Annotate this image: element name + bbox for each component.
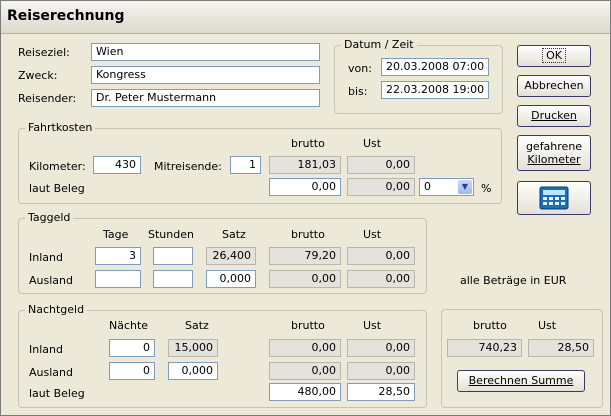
nachtgeld-brutto-header: brutto — [291, 319, 325, 332]
nachtgeld-inland-label: Inland — [29, 343, 63, 356]
fahrtkosten-beleg-label: laut Beleg — [29, 182, 85, 195]
mitreisende-label: Mitreisende: — [154, 160, 222, 173]
nachtgeld-beleg-ust-field[interactable]: 28,50 — [347, 383, 415, 401]
summe-ust-value: 28,50 — [528, 339, 594, 357]
taggeld-inland-satz: 26,400 — [206, 247, 256, 265]
taggeld-brutto-header: brutto — [291, 228, 325, 241]
nachtgeld-beleg-label: laut Beleg — [29, 387, 85, 400]
reisender-field[interactable]: Dr. Peter Mustermann — [91, 89, 320, 107]
zweck-field[interactable]: Kongress — [91, 66, 320, 84]
ok-button[interactable]: OK — [517, 45, 591, 67]
drucken-button-label: Drucken — [531, 109, 577, 122]
summe-group — [441, 309, 603, 408]
percent-select-value: 0 — [424, 180, 431, 193]
nachtgeld-ausland-brutto: 0,00 — [269, 362, 341, 380]
taggeld-inland-label: Inland — [29, 251, 63, 264]
taggeld-inland-ust: 0,00 — [347, 247, 415, 265]
nachtgeld-ausland-ust: 0,00 — [347, 362, 415, 380]
nachtgeld-ust-header: Ust — [363, 319, 382, 332]
tage-header: Tage — [103, 228, 129, 241]
gefahrene-kilometer-button[interactable]: gefahrene Kilometer — [517, 135, 591, 171]
naechte-header: Nächte — [109, 319, 149, 332]
calculator-icon — [539, 186, 569, 210]
taggeld-ausland-label: Ausland — [29, 274, 73, 287]
zweck-label: Zweck: — [18, 69, 58, 82]
kilometer-field[interactable]: 430 — [93, 156, 141, 174]
datum-zeit-group — [334, 45, 503, 114]
satz-header: Satz — [222, 228, 246, 241]
taggeld-ausland-brutto: 0,00 — [269, 270, 341, 288]
nachtgeld-inland-brutto: 0,00 — [269, 339, 341, 357]
nachtgeld-inland-satz: 15,000 — [168, 339, 218, 357]
nachtgeld-title: Nachtgeld — [25, 303, 88, 316]
nachtgeld-ausland-label: Ausland — [29, 366, 73, 379]
berechnen-summe-label: Berechnen Summe — [468, 374, 574, 387]
summe-ust-header: Ust — [538, 319, 557, 332]
taggeld-ust-header: Ust — [363, 228, 382, 241]
fahrtkosten-beleg-ust: 0,00 — [347, 178, 415, 196]
datum-zeit-title: Datum / Zeit — [341, 38, 417, 51]
mitreisende-field[interactable]: 1 — [230, 156, 261, 174]
taggeld-ausland-ust: 0,00 — [347, 270, 415, 288]
currency-code: EUR — [543, 274, 567, 287]
gefahrene-label-line1: gefahrene — [525, 140, 583, 153]
bis-field[interactable]: 22.03.2008 19:00 — [381, 81, 489, 99]
gefahrene-label-line2: Kilometer — [527, 153, 581, 166]
nachtgeld-ausland-naechte-field[interactable]: 0 — [109, 362, 155, 380]
percent-label: % — [481, 182, 492, 195]
bis-label: bis: — [348, 85, 368, 98]
taggeld-inland-brutto: 79,20 — [269, 247, 341, 265]
fahrtkosten-km-brutto: 181,03 — [269, 156, 341, 174]
fahrtkosten-km-ust: 0,00 — [347, 156, 415, 174]
taggeld-inland-tage-field[interactable]: 3 — [95, 247, 141, 265]
nachtgeld-satz-header: Satz — [185, 319, 209, 332]
currency-note: alle Beträge in EUR — [460, 274, 566, 287]
taggeld-ausland-stunden-field[interactable] — [153, 270, 193, 288]
ok-button-label: OK — [542, 48, 566, 63]
stunden-header: Stunden — [148, 228, 194, 241]
chevron-down-icon[interactable]: ▼ — [458, 180, 472, 194]
berechnen-summe-button[interactable]: Berechnen Summe — [457, 370, 585, 392]
calculator-button[interactable] — [517, 181, 591, 215]
nachtgeld-inland-ust: 0,00 — [347, 339, 415, 357]
taggeld-inland-stunden-field[interactable] — [153, 247, 193, 265]
title-bar: Reiserechnung — [1, 1, 610, 34]
reiseziel-label: Reiseziel: — [18, 46, 70, 59]
abbrechen-button[interactable]: Abbrechen — [517, 75, 591, 97]
currency-note-text: alle Beträge in — [460, 274, 541, 287]
summe-brutto-value: 740,23 — [447, 339, 522, 357]
reiserechnung-window: Reiserechnung Reiseziel: Wien Zweck: Kon… — [0, 0, 611, 416]
von-label: von: — [348, 62, 372, 75]
kilometer-label: Kilometer: — [29, 160, 86, 173]
fahrtkosten-brutto-header: brutto — [291, 137, 325, 150]
fahrtkosten-title: Fahrtkosten — [25, 121, 96, 134]
drucken-button[interactable]: Drucken — [517, 105, 591, 127]
window-title: Reiserechnung — [7, 8, 125, 24]
nachtgeld-inland-naechte-field[interactable]: 0 — [109, 339, 155, 357]
fahrtkosten-ust-header: Ust — [363, 137, 382, 150]
taggeld-ausland-tage-field[interactable] — [95, 270, 141, 288]
reiseziel-field[interactable]: Wien — [91, 43, 320, 61]
reisender-label: Reisender: — [18, 92, 77, 105]
summe-brutto-header: brutto — [473, 319, 507, 332]
taggeld-ausland-satz-field[interactable]: 0,000 — [206, 270, 256, 288]
fahrtkosten-beleg-brutto-field[interactable]: 0,00 — [269, 178, 341, 196]
nachtgeld-ausland-satz-field[interactable]: 0,000 — [168, 362, 218, 380]
percent-select[interactable]: 0 ▼ — [419, 178, 474, 196]
nachtgeld-beleg-brutto-field[interactable]: 480,00 — [269, 383, 341, 401]
taggeld-title: Taggeld — [25, 211, 74, 224]
von-field[interactable]: 20.03.2008 07:00 — [381, 58, 489, 76]
